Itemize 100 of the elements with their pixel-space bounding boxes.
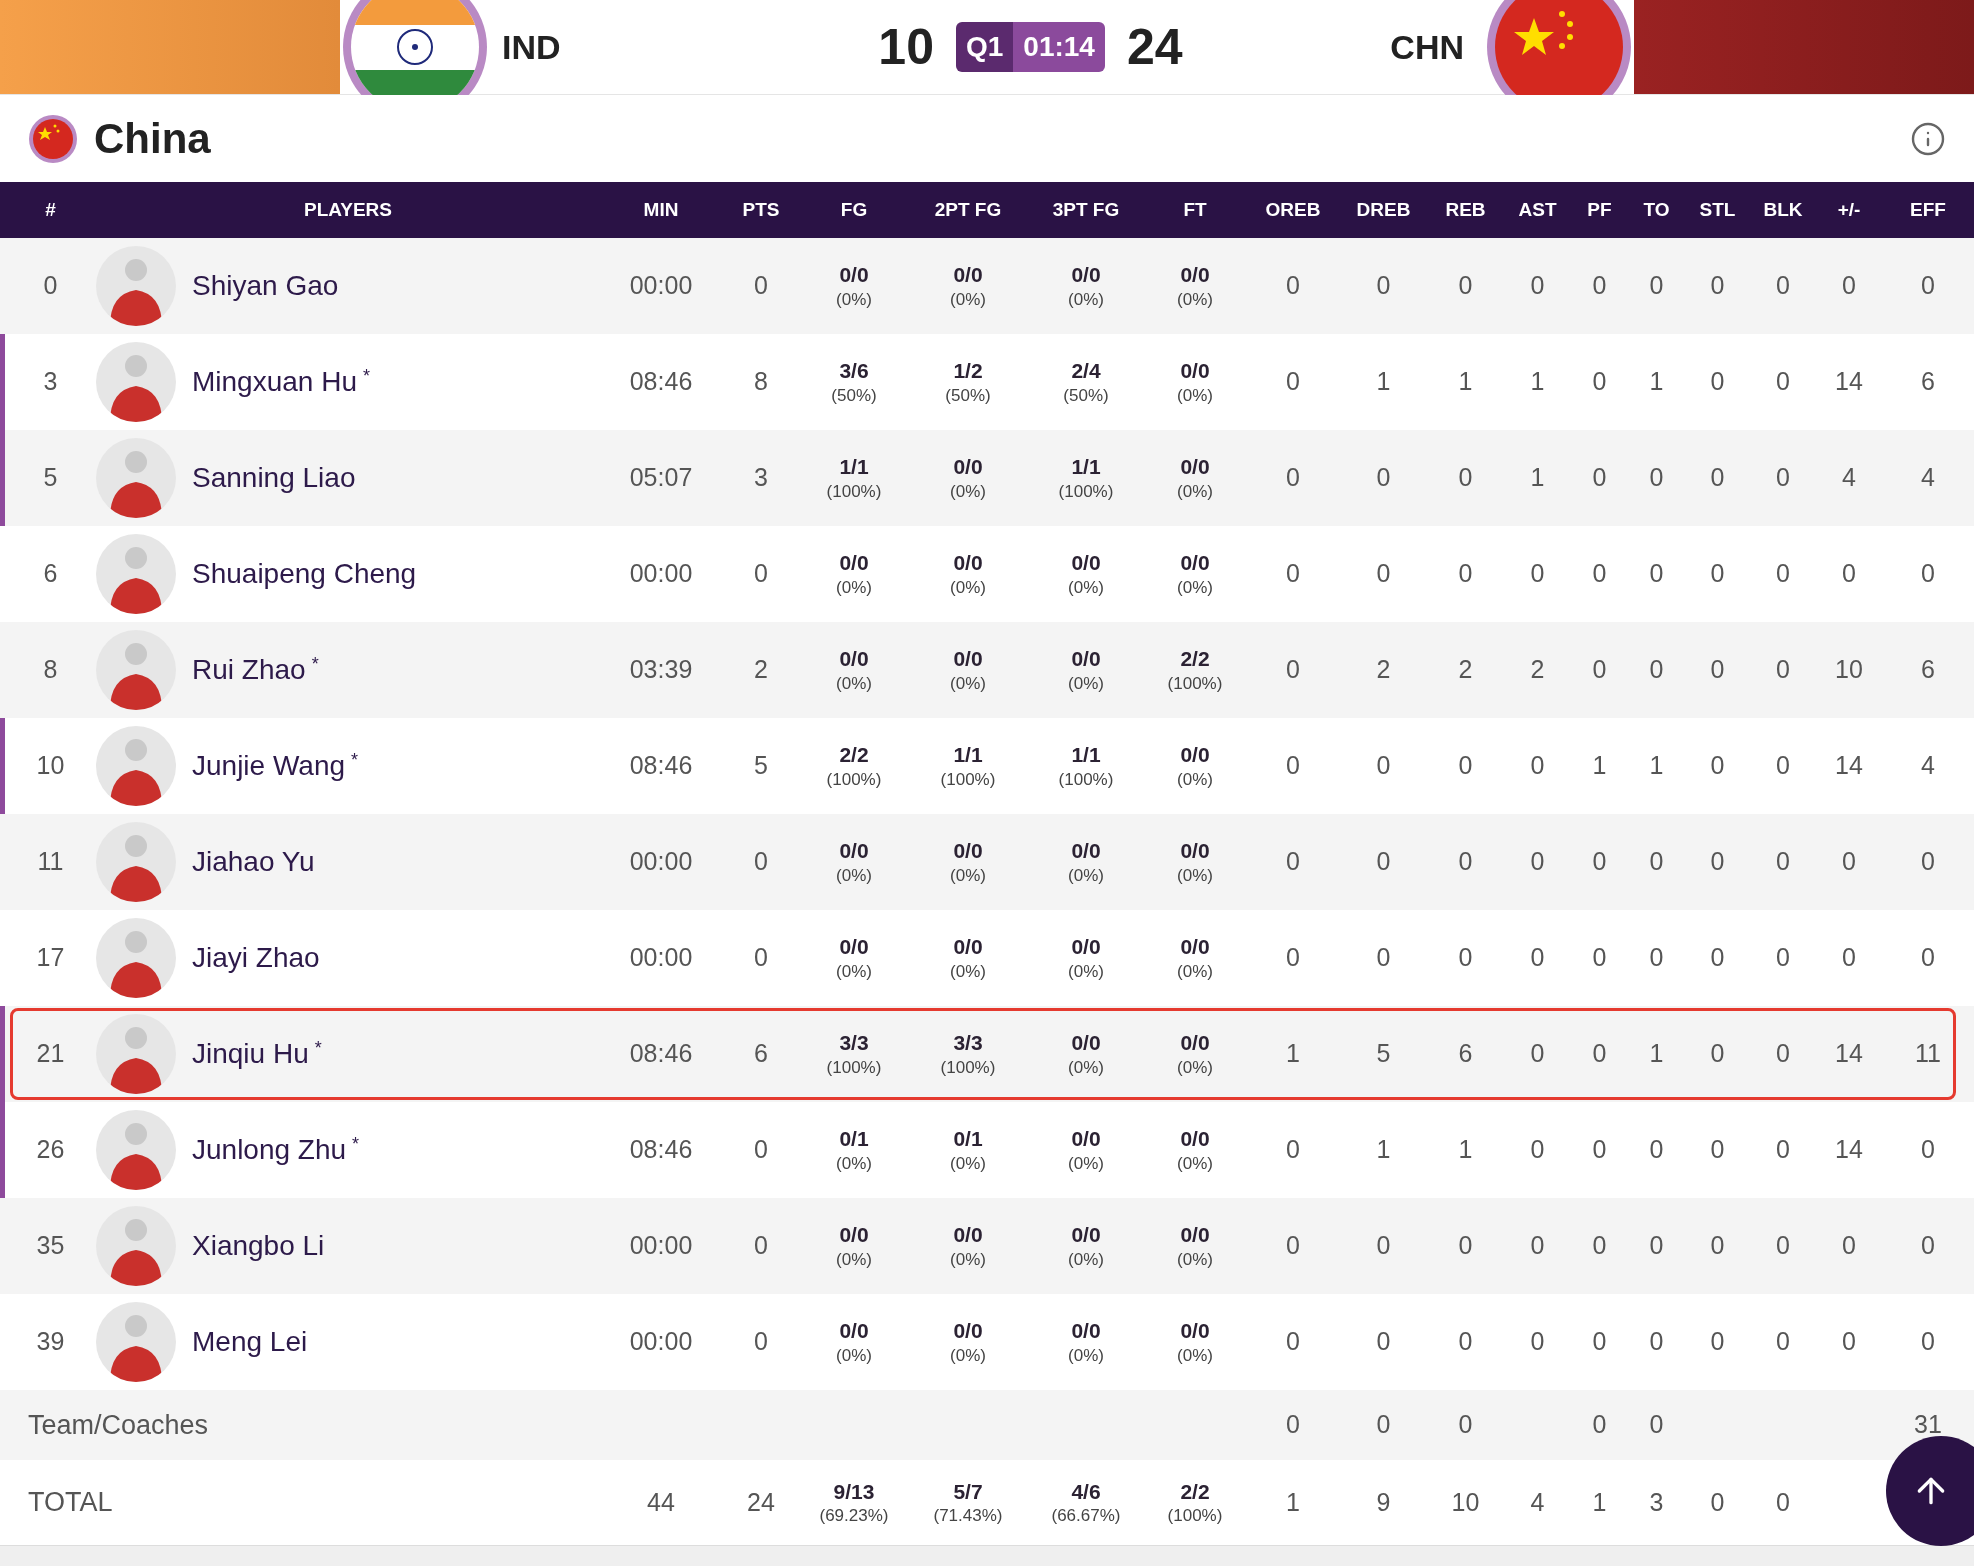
player-name[interactable]: Jinqiu Hu $^{*}$ — [192, 1033, 322, 1075]
player-name[interactable]: Shuaipeng Cheng — [192, 553, 417, 595]
made-attempted: 0/0 — [1071, 1126, 1101, 1153]
column-header[interactable]: STL — [1685, 195, 1750, 225]
column-header[interactable]: AST — [1504, 195, 1571, 225]
minutes: 05:07 — [629, 462, 693, 494]
column-header[interactable]: 2PT FG — [908, 195, 1028, 225]
player-name[interactable]: Junlong Zhu $^{*}$ — [192, 1129, 360, 1171]
made-attempted: 0/0 — [953, 1318, 983, 1345]
stat-value: 0 — [1592, 654, 1607, 686]
shooting-percentage: (100%) — [1167, 1505, 1223, 1527]
points: 0 — [754, 942, 768, 974]
player-name[interactable]: Rui Zhao $^{*}$ — [192, 649, 319, 691]
stat-value: 10 — [1835, 654, 1863, 686]
jersey-number: 10 — [36, 750, 65, 782]
column-header[interactable]: OREB — [1246, 195, 1340, 225]
shooting-percentage: (100%) — [826, 768, 882, 790]
player-name[interactable]: Sanning Liao — [192, 457, 356, 499]
home-score: 10 — [878, 17, 934, 77]
shooting-percentage: (0%) — [836, 1152, 872, 1174]
stat-value: 0 — [1376, 270, 1391, 302]
jersey-number: 11 — [37, 846, 64, 878]
made-attempted: 3/3 — [839, 1030, 869, 1057]
stat-value: 0 — [1286, 750, 1300, 782]
made-attempted: 2/2 — [1180, 646, 1210, 673]
jersey-number: 3 — [43, 366, 58, 398]
made-attempted: 0/1 — [953, 1126, 983, 1153]
stat-value: 1 — [1649, 750, 1664, 782]
jersey-number: 17 — [36, 942, 65, 974]
stat-value: 0 — [1458, 1409, 1473, 1441]
player-name[interactable]: Meng Lei — [192, 1321, 308, 1363]
made-attempted: 0/0 — [839, 934, 869, 961]
column-header[interactable]: BLK — [1750, 195, 1816, 225]
points: 5 — [754, 750, 768, 782]
shooting-percentage: (0%) — [1068, 864, 1104, 886]
column-header[interactable]: TO — [1628, 195, 1685, 225]
points: 0 — [754, 846, 768, 878]
column-header[interactable]: FT — [1144, 195, 1246, 225]
made-attempted: 0/0 — [1071, 262, 1101, 289]
made-attempted: 0/0 — [1180, 550, 1210, 577]
made-attempted: 0/0 — [1071, 646, 1101, 673]
player-name[interactable]: Shiyan Gao — [192, 265, 339, 307]
points: 0 — [754, 1134, 768, 1166]
player-name[interactable]: Jiahao Yu — [192, 841, 315, 883]
shooting-percentage: (50%) — [945, 384, 991, 406]
shooting-percentage: (0%) — [950, 288, 986, 310]
shooting-percentage: (100%) — [826, 1056, 882, 1078]
stat-value: 11 — [1915, 1038, 1941, 1070]
stat-value: 14 — [1835, 1038, 1863, 1070]
total-label: TOTAL — [28, 1487, 113, 1518]
shooting-percentage: (0%) — [950, 864, 986, 886]
made-attempted: 0/0 — [1180, 1126, 1210, 1153]
stat-value: 0 — [1649, 942, 1664, 974]
stat-value: 0 — [1776, 270, 1790, 302]
column-header[interactable]: REB — [1427, 195, 1504, 225]
jersey-number: 6 — [43, 558, 58, 590]
shooting-percentage: (0%) — [1177, 864, 1213, 886]
player-name[interactable]: Mingxuan Hu $^{*}$ — [192, 361, 370, 403]
stat-value: 0 — [1592, 942, 1607, 974]
column-header[interactable]: PF — [1571, 195, 1628, 225]
stat-value: 2 — [1458, 654, 1473, 686]
column-header[interactable]: FG — [800, 195, 908, 225]
column-header[interactable]: MIN — [600, 195, 722, 225]
minutes: 44 — [647, 1486, 675, 1518]
made-attempted: 0/0 — [1180, 838, 1210, 865]
shooting-percentage: (100%) — [1167, 672, 1223, 694]
made-attempted: 0/0 — [1071, 838, 1101, 865]
minutes: 00:00 — [629, 1326, 693, 1358]
points: 6 — [754, 1038, 768, 1070]
stat-value: 0 — [1710, 1134, 1725, 1166]
player-name[interactable]: Jiayi Zhao — [192, 937, 320, 979]
column-header[interactable]: +/- — [1816, 195, 1882, 225]
column-header[interactable]: DREB — [1340, 195, 1427, 225]
column-header[interactable]: # — [5, 195, 96, 225]
stat-value: 0 — [1592, 1038, 1607, 1070]
made-attempted: 0/0 — [1180, 454, 1210, 481]
column-header[interactable]: EFF — [1882, 195, 1974, 225]
column-header[interactable]: 3PT FG — [1028, 195, 1144, 225]
made-attempted: 0/0 — [839, 646, 869, 673]
made-attempted: 0/0 — [839, 262, 869, 289]
player-name[interactable]: Xiangbo Li — [192, 1225, 325, 1267]
column-header[interactable]: PTS — [722, 195, 800, 225]
stat-value: 0 — [1776, 366, 1790, 398]
stat-value: 0 — [1530, 1038, 1545, 1070]
home-team-code: IND — [502, 26, 561, 68]
column-header[interactable]: PLAYERS — [96, 195, 600, 225]
stat-value: 0 — [1710, 1230, 1725, 1262]
stat-value: 0 — [1376, 1230, 1391, 1262]
stat-value: 0 — [1286, 846, 1300, 878]
player-name[interactable]: Junjie Wang $^{*}$ — [192, 745, 359, 787]
stat-value: 6 — [1921, 654, 1935, 686]
stat-value: 0 — [1649, 1230, 1664, 1262]
info-icon[interactable] — [1910, 120, 1946, 157]
stat-value: 4 — [1921, 462, 1935, 494]
made-attempted: 1/1 — [1071, 742, 1101, 769]
minutes: 00:00 — [629, 270, 693, 302]
stat-value: 0 — [1530, 1326, 1545, 1358]
stat-value: 0 — [1921, 270, 1935, 302]
stat-value: 0 — [1592, 462, 1607, 494]
shooting-percentage: (0%) — [950, 480, 986, 502]
